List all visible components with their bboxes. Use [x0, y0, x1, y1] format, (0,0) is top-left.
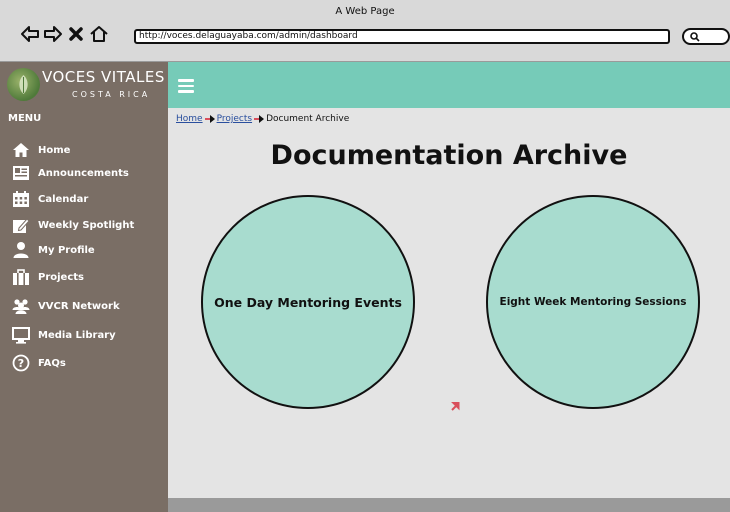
menu-title: MENU: [8, 113, 42, 124]
sidebar-item-home[interactable]: Home: [12, 140, 70, 160]
sidebar-item-my-profile[interactable]: My Profile: [12, 240, 95, 260]
sidebar-item-label: Home: [38, 144, 71, 156]
chevron-right-icon: [204, 114, 216, 124]
sidebar-item-label: My Profile: [38, 244, 95, 256]
sidebar-item-faqs[interactable]: ? FAQs: [12, 353, 66, 373]
user-icon: [12, 241, 30, 259]
page-title: Documentation Archive: [270, 140, 628, 171]
newspaper-icon: [12, 164, 30, 182]
sidebar-item-label: VVCR Network: [38, 300, 120, 312]
close-icon[interactable]: [66, 24, 86, 44]
breadcrumb: Home Projects Document Archive: [176, 114, 349, 124]
url-bar[interactable]: http://voces.delaguayaba.com/admin/dashb…: [134, 29, 670, 44]
browser-chrome: A Web Page http://voces.delaguayaba.com/…: [0, 0, 730, 62]
one-day-mentoring-button[interactable]: One Day Mentoring Events: [201, 195, 415, 409]
calendar-icon: [12, 190, 30, 208]
sidebar-item-label: Weekly Spotlight: [38, 219, 135, 231]
sidebar-item-label: Projects: [38, 271, 85, 283]
logo-icon: [7, 68, 40, 101]
header-bar: [168, 62, 730, 108]
breadcrumb-home[interactable]: Home: [176, 114, 203, 124]
brand-name: VOCES VITALES: [42, 68, 165, 86]
eight-week-mentoring-button[interactable]: Eight Week Mentoring Sessions: [486, 195, 700, 409]
home-browser-icon[interactable]: [89, 24, 109, 44]
browser-search[interactable]: [682, 28, 730, 45]
sidebar-item-label: Media Library: [38, 329, 116, 341]
breadcrumb-current: Document Archive: [266, 114, 350, 124]
home-icon: [12, 141, 30, 159]
sidebar-item-media-library[interactable]: Media Library: [12, 325, 116, 345]
sidebar-item-projects[interactable]: Projects: [12, 267, 84, 287]
sidebar-item-weekly-spotlight[interactable]: Weekly Spotlight: [12, 215, 134, 235]
hamburger-menu-icon[interactable]: [178, 79, 194, 93]
svg-text:?: ?: [18, 357, 24, 370]
sidebar: MENU Home Announcements Calendar Weekly …: [0, 108, 168, 498]
sidebar-item-label: Calendar: [38, 193, 89, 205]
back-icon[interactable]: [20, 24, 40, 44]
monitor-icon: [12, 326, 30, 344]
forward-icon[interactable]: [43, 24, 63, 44]
sidebar-item-calendar[interactable]: Calendar: [12, 189, 88, 209]
search-icon: [690, 32, 700, 42]
sidebar-item-label: FAQs: [38, 357, 66, 369]
sidebar-footer: [0, 498, 168, 512]
sidebar-item-label: Announcements: [38, 167, 129, 179]
chevron-right-icon: [253, 114, 265, 124]
breadcrumb-projects[interactable]: Projects: [217, 114, 252, 124]
question-icon: ?: [12, 354, 30, 372]
sidebar-item-announcements[interactable]: Announcements: [12, 163, 129, 183]
cursor-arrow-icon: [451, 402, 460, 411]
users-icon: [12, 297, 30, 315]
main-content: Home Projects Document Archive Documenta…: [168, 108, 730, 498]
brand-subtitle: COSTA RICA: [72, 90, 151, 99]
sidebar-item-vvcr-network[interactable]: VVCR Network: [12, 296, 120, 316]
circle-label: One Day Mentoring Events: [214, 294, 402, 310]
circle-label: Eight Week Mentoring Sessions: [499, 296, 687, 308]
window-title: A Web Page: [335, 6, 395, 17]
folder-icon: [12, 268, 30, 286]
edit-icon: [12, 216, 30, 234]
bottom-scrollbar: [0, 498, 730, 512]
